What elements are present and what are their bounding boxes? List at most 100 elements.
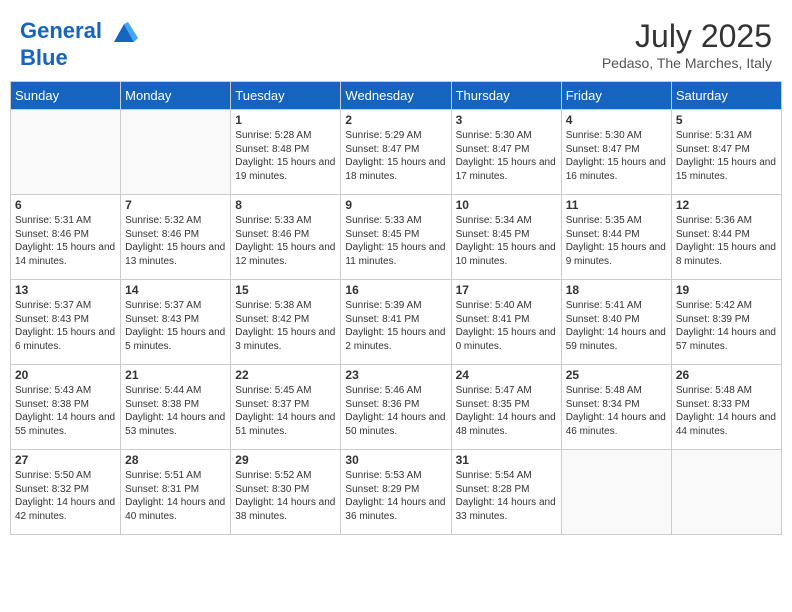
- calendar-cell: 30Sunrise: 5:53 AM Sunset: 8:29 PM Dayli…: [341, 450, 451, 535]
- calendar-cell: 25 Sunrise: 5:48 AM Sunset: 8:34 PM Dayli…: [561, 365, 671, 450]
- week-row-3: 13 Sunrise: 5:37 AM Sunset: 8:43 PM Dayli…: [11, 280, 782, 365]
- day-info: Sunrise: 5:31 AM Sunset: 8:47 PM Dayligh…: [676, 129, 777, 183]
- weekday-tuesday: Tuesday: [231, 82, 341, 110]
- calendar-cell: 16 Sunrise: 5:39 AM Sunset: 8:41 PM Dayli…: [341, 280, 451, 365]
- day-info: Sunrise: 5:46 AM Sunset: 8:36 PM Dayligh…: [345, 384, 446, 438]
- day-number: 3: [456, 113, 557, 127]
- day-info: Sunrise: 5:50 AM Sunset: 8:32 PM Dayligh…: [15, 469, 116, 523]
- day-info: Sunrise: 5:33 AM Sunset: 8:45 PM Dayligh…: [345, 214, 446, 268]
- calendar-body: 1 Sunrise: 5:28 AM Sunset: 8:48 PM Daylig…: [11, 110, 782, 535]
- calendar-cell: [121, 110, 231, 195]
- day-info: Sunrise: 5:39 AM Sunset: 8:41 PM Dayligh…: [345, 299, 446, 353]
- day-number: 20: [15, 368, 116, 382]
- day-info: Sunrise: 5:45 AM Sunset: 8:37 PM Dayligh…: [235, 384, 336, 438]
- day-info: Sunrise: 5:31 AM Sunset: 8:46 PM Dayligh…: [15, 214, 116, 268]
- calendar-cell: 7 Sunrise: 5:32 AM Sunset: 8:46 PM Daylig…: [121, 195, 231, 280]
- day-number: 23: [345, 368, 446, 382]
- day-number: 16: [345, 283, 446, 297]
- calendar-cell: 3Sunrise: 5:30 AM Sunset: 8:47 PM Daylig…: [451, 110, 561, 195]
- calendar-cell: 23 Sunrise: 5:46 AM Sunset: 8:36 PM Dayli…: [341, 365, 451, 450]
- day-number: 2: [345, 113, 446, 127]
- day-number: 31: [456, 453, 557, 467]
- day-info: Sunrise: 5:48 AM Sunset: 8:34 PM Dayligh…: [566, 384, 667, 438]
- calendar-cell: 13Sunrise: 5:37 AM Sunset: 8:43 PM Dayli…: [11, 280, 121, 365]
- day-info: Sunrise: 5:32 AM Sunset: 8:46 PM Dayligh…: [125, 214, 226, 268]
- logo-blue: Blue: [20, 45, 68, 70]
- day-info: Sunrise: 5:48 AM Sunset: 8:33 PM Dayligh…: [676, 384, 777, 438]
- day-info: Sunrise: 5:30 AM Sunset: 8:47 PM Dayligh…: [566, 129, 667, 183]
- day-info: Sunrise: 5:53 AM Sunset: 8:29 PM Dayligh…: [345, 469, 446, 523]
- logo-icon: [110, 18, 138, 46]
- calendar-cell: 27 Sunrise: 5:50 AM Sunset: 8:32 PM Dayli…: [11, 450, 121, 535]
- day-number: 13: [15, 283, 116, 297]
- calendar-cell: 28 Sunrise: 5:51 AM Sunset: 8:31 PM Dayli…: [121, 450, 231, 535]
- calendar-cell: 14Sunrise: 5:37 AM Sunset: 8:43 PM Dayli…: [121, 280, 231, 365]
- weekday-thursday: Thursday: [451, 82, 561, 110]
- day-number: 9: [345, 198, 446, 212]
- weekday-wednesday: Wednesday: [341, 82, 451, 110]
- weekday-sunday: Sunday: [11, 82, 121, 110]
- day-info: Sunrise: 5:33 AM Sunset: 8:46 PM Dayligh…: [235, 214, 336, 268]
- day-info: Sunrise: 5:52 AM Sunset: 8:30 PM Dayligh…: [235, 469, 336, 523]
- day-info: Sunrise: 5:42 AM Sunset: 8:39 PM Dayligh…: [676, 299, 777, 353]
- calendar-cell: 21 Sunrise: 5:44 AM Sunset: 8:38 PM Dayli…: [121, 365, 231, 450]
- day-info: Sunrise: 5:41 AM Sunset: 8:40 PM Dayligh…: [566, 299, 667, 353]
- weekday-friday: Friday: [561, 82, 671, 110]
- day-number: 21: [125, 368, 226, 382]
- calendar-cell: 11Sunrise: 5:35 AM Sunset: 8:44 PM Dayli…: [561, 195, 671, 280]
- day-number: 1: [235, 113, 336, 127]
- day-number: 28: [125, 453, 226, 467]
- calendar-cell: 6 Sunrise: 5:31 AM Sunset: 8:46 PM Daylig…: [11, 195, 121, 280]
- day-number: 19: [676, 283, 777, 297]
- day-number: 22: [235, 368, 336, 382]
- day-info: Sunrise: 5:43 AM Sunset: 8:38 PM Dayligh…: [15, 384, 116, 438]
- title-block: July 2025 Pedaso, The Marches, Italy: [602, 18, 772, 71]
- day-number: 6: [15, 198, 116, 212]
- day-number: 25: [566, 368, 667, 382]
- day-info: Sunrise: 5:28 AM Sunset: 8:48 PM Dayligh…: [235, 129, 336, 183]
- day-number: 24: [456, 368, 557, 382]
- day-info: Sunrise: 5:34 AM Sunset: 8:45 PM Dayligh…: [456, 214, 557, 268]
- location: Pedaso, The Marches, Italy: [602, 55, 772, 71]
- calendar-cell: 10 Sunrise: 5:34 AM Sunset: 8:45 PM Dayli…: [451, 195, 561, 280]
- logo-general: General: [20, 18, 102, 43]
- calendar-cell: 15 Sunrise: 5:38 AM Sunset: 8:42 PM Dayli…: [231, 280, 341, 365]
- day-info: Sunrise: 5:47 AM Sunset: 8:35 PM Dayligh…: [456, 384, 557, 438]
- weekday-saturday: Saturday: [671, 82, 781, 110]
- day-number: 7: [125, 198, 226, 212]
- weekday-header-row: SundayMondayTuesdayWednesdayThursdayFrid…: [11, 82, 782, 110]
- week-row-2: 6 Sunrise: 5:31 AM Sunset: 8:46 PM Daylig…: [11, 195, 782, 280]
- calendar-cell: 17Sunrise: 5:40 AM Sunset: 8:41 PM Dayli…: [451, 280, 561, 365]
- day-number: 15: [235, 283, 336, 297]
- day-info: Sunrise: 5:35 AM Sunset: 8:44 PM Dayligh…: [566, 214, 667, 268]
- month-year: July 2025: [602, 18, 772, 55]
- calendar-cell: 5Sunrise: 5:31 AM Sunset: 8:47 PM Daylig…: [671, 110, 781, 195]
- day-number: 10: [456, 198, 557, 212]
- calendar-cell: 18Sunrise: 5:41 AM Sunset: 8:40 PM Dayli…: [561, 280, 671, 365]
- day-number: 17: [456, 283, 557, 297]
- calendar-cell: 8Sunrise: 5:33 AM Sunset: 8:46 PM Daylig…: [231, 195, 341, 280]
- calendar-cell: 9 Sunrise: 5:33 AM Sunset: 8:45 PM Daylig…: [341, 195, 451, 280]
- calendar-table: SundayMondayTuesdayWednesdayThursdayFrid…: [10, 81, 782, 535]
- calendar-cell: 4Sunrise: 5:30 AM Sunset: 8:47 PM Daylig…: [561, 110, 671, 195]
- day-info: Sunrise: 5:51 AM Sunset: 8:31 PM Dayligh…: [125, 469, 226, 523]
- day-number: 29: [235, 453, 336, 467]
- week-row-4: 20 Sunrise: 5:43 AM Sunset: 8:38 PM Dayli…: [11, 365, 782, 450]
- calendar-cell: 1 Sunrise: 5:28 AM Sunset: 8:48 PM Daylig…: [231, 110, 341, 195]
- calendar-cell: 31Sunrise: 5:54 AM Sunset: 8:28 PM Dayli…: [451, 450, 561, 535]
- calendar-cell: 12Sunrise: 5:36 AM Sunset: 8:44 PM Dayli…: [671, 195, 781, 280]
- day-info: Sunrise: 5:37 AM Sunset: 8:43 PM Dayligh…: [125, 299, 226, 353]
- day-number: 26: [676, 368, 777, 382]
- calendar-cell: 2 Sunrise: 5:29 AM Sunset: 8:47 PM Daylig…: [341, 110, 451, 195]
- day-number: 27: [15, 453, 116, 467]
- calendar-cell: 22 Sunrise: 5:45 AM Sunset: 8:37 PM Dayli…: [231, 365, 341, 450]
- calendar-cell: 29 Sunrise: 5:52 AM Sunset: 8:30 PM Dayli…: [231, 450, 341, 535]
- day-info: Sunrise: 5:38 AM Sunset: 8:42 PM Dayligh…: [235, 299, 336, 353]
- page-header: General Blue July 2025 Pedaso, The March…: [10, 10, 782, 77]
- week-row-1: 1 Sunrise: 5:28 AM Sunset: 8:48 PM Daylig…: [11, 110, 782, 195]
- calendar-cell: [671, 450, 781, 535]
- week-row-5: 27 Sunrise: 5:50 AM Sunset: 8:32 PM Dayli…: [11, 450, 782, 535]
- day-info: Sunrise: 5:29 AM Sunset: 8:47 PM Dayligh…: [345, 129, 446, 183]
- day-info: Sunrise: 5:44 AM Sunset: 8:38 PM Dayligh…: [125, 384, 226, 438]
- weekday-monday: Monday: [121, 82, 231, 110]
